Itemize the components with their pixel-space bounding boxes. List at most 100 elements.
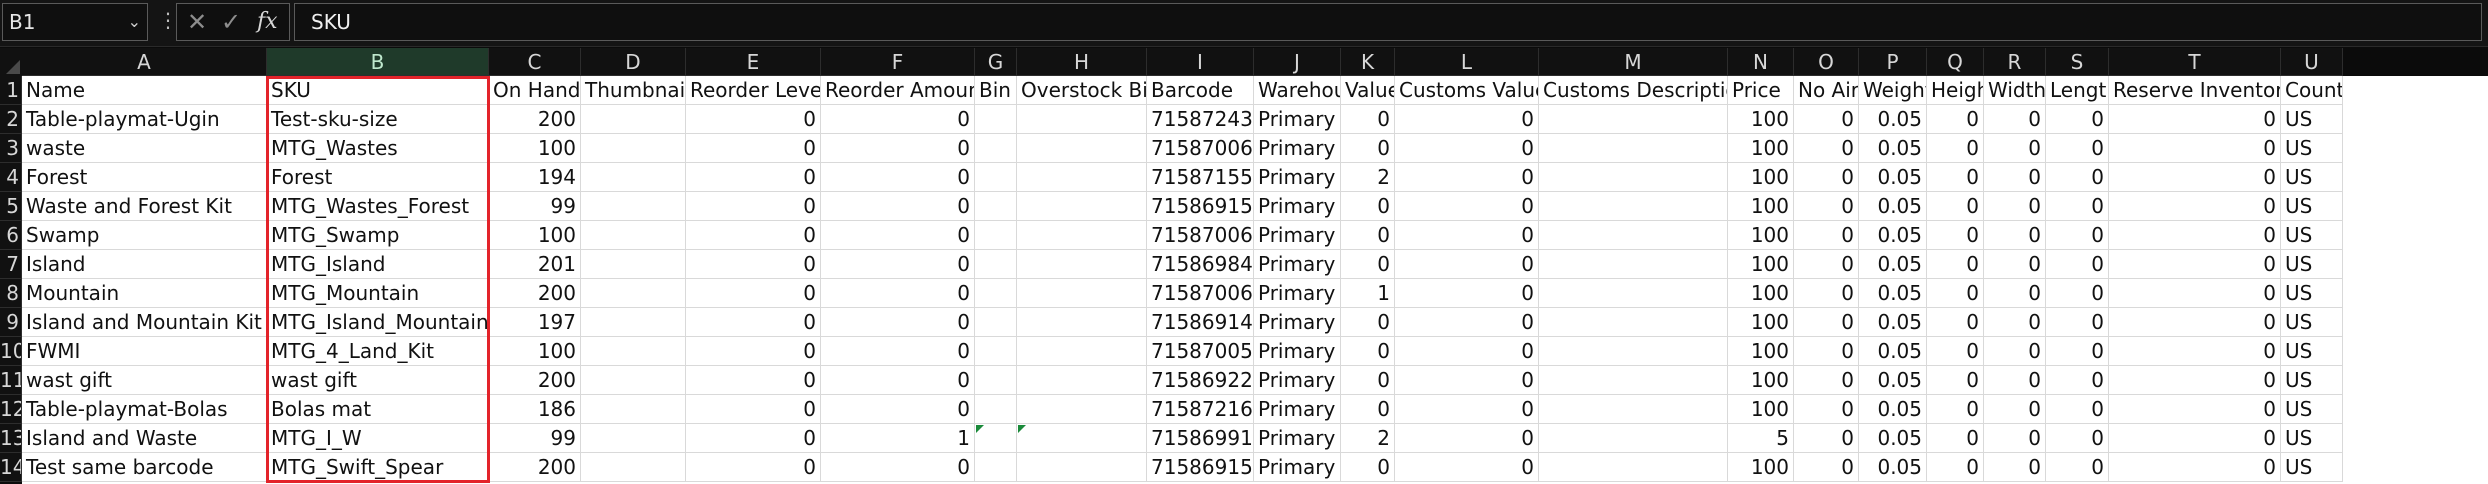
table-cell[interactable]: 0 xyxy=(2109,337,2281,366)
table-cell[interactable]: 715869158 xyxy=(1147,192,1254,221)
table-cell[interactable]: 100 xyxy=(489,337,581,366)
row-header-13[interactable]: 13 xyxy=(0,424,22,453)
table-cell[interactable]: 0 xyxy=(1984,105,2046,134)
column-header-h[interactable]: H xyxy=(1017,48,1147,76)
table-cell[interactable]: 0 xyxy=(1984,221,2046,250)
column-header-l[interactable]: L xyxy=(1395,48,1539,76)
table-cell[interactable]: 0 xyxy=(1794,105,1859,134)
column-header-c[interactable]: C xyxy=(489,48,581,76)
table-cell[interactable]: 0.05 xyxy=(1859,366,1927,395)
table-cell[interactable]: 0 xyxy=(1927,453,1984,482)
table-cell[interactable] xyxy=(581,395,686,424)
table-cell[interactable]: 0 xyxy=(2109,221,2281,250)
table-cell[interactable]: 0 xyxy=(2109,163,2281,192)
table-cell[interactable] xyxy=(1539,453,1728,482)
table-cell[interactable]: 100 xyxy=(489,221,581,250)
table-cell[interactable]: 0 xyxy=(821,337,975,366)
table-cell[interactable] xyxy=(1017,308,1147,337)
table-cell[interactable]: 0 xyxy=(686,424,821,453)
table-cell[interactable]: 0 xyxy=(2109,105,2281,134)
table-cell[interactable]: 0 xyxy=(686,250,821,279)
table-cell[interactable]: 100 xyxy=(1728,279,1794,308)
column-header-q[interactable]: Q xyxy=(1927,48,1984,76)
row-header-10[interactable]: 10 xyxy=(0,337,22,366)
table-cell[interactable]: 200 xyxy=(489,366,581,395)
table-cell[interactable]: 0.05 xyxy=(1859,134,1927,163)
table-cell[interactable] xyxy=(1539,395,1728,424)
formula-input[interactable]: SKU xyxy=(294,3,2482,41)
table-cell[interactable]: FWMI xyxy=(22,337,267,366)
row-header-9[interactable]: 9 xyxy=(0,308,22,337)
table-cell[interactable]: 0 xyxy=(1984,337,2046,366)
table-cell[interactable] xyxy=(581,250,686,279)
table-cell[interactable]: 0 xyxy=(1927,337,1984,366)
table-cell[interactable]: 0 xyxy=(821,279,975,308)
table-cell[interactable]: Bolas mat xyxy=(267,395,489,424)
select-all-corner[interactable] xyxy=(0,48,23,77)
table-cell[interactable]: 100 xyxy=(1728,453,1794,482)
table-cell[interactable]: 0 xyxy=(1794,163,1859,192)
column-header-i[interactable]: I xyxy=(1147,48,1254,76)
table-cell[interactable]: 0 xyxy=(1395,163,1539,192)
table-cell[interactable]: 0 xyxy=(2046,453,2109,482)
table-cell[interactable]: 0.05 xyxy=(1859,163,1927,192)
table-cell[interactable] xyxy=(975,366,1017,395)
table-cell[interactable]: Island and Mountain Kit xyxy=(22,308,267,337)
table-cell[interactable]: Forest xyxy=(267,163,489,192)
table-cell[interactable]: 0 xyxy=(1341,250,1395,279)
table-cell[interactable]: 0 xyxy=(1984,192,2046,221)
table-cell[interactable]: 0 xyxy=(1341,395,1395,424)
table-cell[interactable]: 0 xyxy=(1927,105,1984,134)
table-cell[interactable] xyxy=(1017,250,1147,279)
table-cell[interactable]: Primary xyxy=(1254,250,1341,279)
table-cell[interactable]: 0 xyxy=(1395,134,1539,163)
table-cell[interactable] xyxy=(1539,279,1728,308)
table-cell[interactable]: US xyxy=(2281,250,2343,279)
header-cell[interactable]: Country Of Ma xyxy=(2281,76,2343,105)
table-cell[interactable]: 0 xyxy=(1794,134,1859,163)
header-cell[interactable]: Weight xyxy=(1859,76,1927,105)
table-cell[interactable]: Mountain xyxy=(22,279,267,308)
header-cell[interactable]: Length xyxy=(2046,76,2109,105)
table-cell[interactable]: 0.05 xyxy=(1859,424,1927,453)
table-cell[interactable]: US xyxy=(2281,395,2343,424)
table-cell[interactable]: wast gift xyxy=(22,366,267,395)
table-cell[interactable]: 99 xyxy=(489,424,581,453)
table-cell[interactable]: 0 xyxy=(821,366,975,395)
table-cell[interactable] xyxy=(1017,453,1147,482)
table-cell[interactable]: 1 xyxy=(821,424,975,453)
column-header-u[interactable]: U xyxy=(2281,48,2343,76)
table-cell[interactable]: 0 xyxy=(1341,308,1395,337)
table-cell[interactable]: 0 xyxy=(821,105,975,134)
table-cell[interactable]: 0 xyxy=(1927,134,1984,163)
table-cell[interactable] xyxy=(1017,134,1147,163)
table-cell[interactable]: 0 xyxy=(1395,308,1539,337)
table-cell[interactable]: 0 xyxy=(686,221,821,250)
table-cell[interactable]: 0 xyxy=(821,134,975,163)
table-cell[interactable]: US xyxy=(2281,308,2343,337)
row-header-1[interactable]: 1 xyxy=(0,76,22,105)
table-cell[interactable]: 0 xyxy=(1984,134,2046,163)
table-cell[interactable] xyxy=(1017,279,1147,308)
table-cell[interactable] xyxy=(975,395,1017,424)
table-cell[interactable]: 0.05 xyxy=(1859,105,1927,134)
table-cell[interactable]: 0 xyxy=(1395,366,1539,395)
table-cell[interactable]: 0 xyxy=(1395,221,1539,250)
column-header-g[interactable]: G xyxy=(975,48,1017,76)
table-cell[interactable]: 100 xyxy=(1728,163,1794,192)
header-cell[interactable]: Warehouse xyxy=(1254,76,1341,105)
table-cell[interactable]: 0 xyxy=(2109,366,2281,395)
table-cell[interactable] xyxy=(975,279,1017,308)
table-cell[interactable]: 0 xyxy=(1984,163,2046,192)
table-cell[interactable]: 0 xyxy=(2109,453,2281,482)
column-header-d[interactable]: D xyxy=(581,48,686,76)
table-cell[interactable]: US xyxy=(2281,366,2343,395)
table-cell[interactable]: 0 xyxy=(1341,105,1395,134)
table-cell[interactable]: 0 xyxy=(821,221,975,250)
table-cell[interactable]: 0 xyxy=(1341,337,1395,366)
table-cell[interactable]: 0 xyxy=(821,453,975,482)
table-cell[interactable]: 0 xyxy=(2109,134,2281,163)
enter-icon[interactable]: ✓ xyxy=(221,6,241,38)
column-header-a[interactable]: A xyxy=(22,48,267,76)
header-cell[interactable]: SKU xyxy=(267,76,489,105)
